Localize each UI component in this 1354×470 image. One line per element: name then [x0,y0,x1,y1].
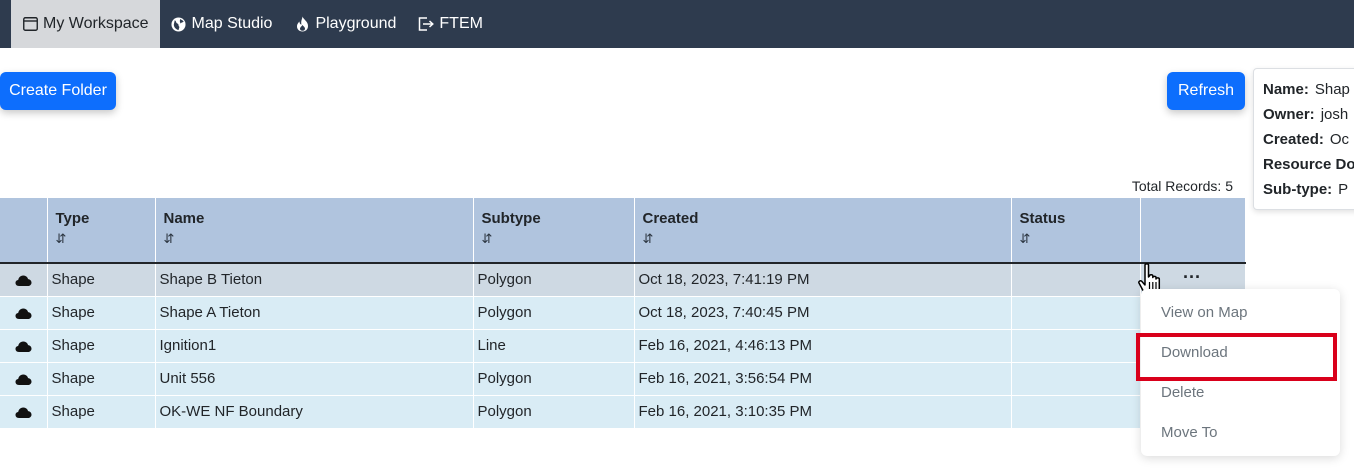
info-name-value: Shap [1314,81,1350,98]
cell-subtype: Polygon [473,362,635,396]
cell-type: Shape [47,395,156,429]
header-status[interactable]: Status ⇵ [1011,198,1141,264]
menu-item-view-on-map[interactable]: View on Map [1161,301,1247,325]
cell-type: Shape [47,296,156,330]
nav-ftem[interactable]: FTEM [407,0,494,48]
table-row[interactable]: Shape Shape B Tieton Polygon Oct 18, 202… [0,263,1246,297]
cell-created: Feb 16, 2021, 3:56:54 PM [634,362,1012,396]
nav-label: FTEM [439,15,483,32]
info-created-value: Oc [1329,131,1350,148]
cell-type: Shape [47,263,156,297]
table-row[interactable]: Shape Shape A Tieton Polygon Oct 18, 202… [0,296,1246,330]
info-owner-value: josh [1320,106,1349,123]
cloud-icon [0,362,48,396]
sort-icon[interactable]: ⇵ [56,231,147,247]
info-resource-row: Resource Do [1263,156,1354,181]
header-icon-col [0,198,48,264]
refresh-button[interactable]: Refresh [1167,72,1245,110]
create-folder-button[interactable]: Create Folder [0,72,116,110]
cell-name: Ignition1 [155,329,474,363]
cell-name: Shape A Tieton [155,296,474,330]
header-subtype-label: Subtype [481,210,541,227]
info-created-label: Created: [1263,131,1324,148]
table-header-row: Type ⇵ Name ⇵ Subtype ⇵ Created ⇵ Status ⇵ [0,198,1246,264]
fire-icon [294,16,310,32]
nav-map-studio[interactable]: Map Studio [160,0,284,48]
cell-status [1011,296,1141,330]
cloud-icon [0,395,48,429]
cell-status [1011,395,1141,429]
info-owner-row: Owner: josh [1263,106,1354,131]
header-name-label: Name [163,210,205,227]
window-icon [22,16,38,32]
info-resource-label: Resource Do [1263,156,1354,173]
table-row[interactable]: Shape Ignition1 Line Feb 16, 2021, 4:46:… [0,329,1246,363]
info-subtype-row: Sub-type: P [1263,181,1354,206]
row-actions-button[interactable]: ··· [1183,267,1201,288]
cell-status [1011,263,1141,297]
cell-subtype: Line [473,329,635,363]
cell-created: Feb 16, 2021, 4:46:13 PM [634,329,1012,363]
cell-subtype: Polygon [473,395,635,429]
header-name[interactable]: Name ⇵ [155,198,474,264]
top-navbar: My Workspace Map Studio Playground FTEM [0,0,1354,48]
total-records: Total Records: 5 [1131,178,1233,194]
nav-my-workspace[interactable]: My Workspace [11,0,160,48]
header-created-label: Created [642,210,699,227]
info-subtype-value: P [1338,181,1349,198]
cell-status [1011,362,1141,396]
header-type-label: Type [55,210,90,227]
sort-icon[interactable]: ⇵ [164,231,465,247]
cloud-icon [0,329,48,363]
header-status-label: Status [1019,210,1066,227]
globe-icon [171,16,187,32]
cell-type: Shape [47,329,156,363]
nav-label: Playground [315,15,397,32]
nav-label: Map Studio [191,15,273,32]
cell-name: OK-WE NF Boundary [155,395,474,429]
info-subtype-label: Sub-type: [1263,181,1333,198]
cloud-icon [0,296,48,330]
table-row[interactable]: Shape OK-WE NF Boundary Polygon Feb 16, … [0,395,1246,429]
menu-item-delete[interactable]: Delete [1161,381,1204,405]
cloud-icon [0,263,48,297]
resource-info-panel: Name: Shap Owner: josh Created: Oc Resource… [1253,68,1354,210]
info-created-row: Created: Oc [1263,131,1354,156]
cell-subtype: Polygon [473,263,635,297]
cell-name: Unit 556 [155,362,474,396]
info-name-label: Name: [1263,81,1309,98]
cell-subtype: Polygon [473,296,635,330]
header-subtype[interactable]: Subtype ⇵ [473,198,635,264]
sort-icon[interactable]: ⇵ [643,231,1003,247]
info-owner-label: Owner: [1263,106,1315,123]
sort-icon[interactable]: ⇵ [1020,231,1132,247]
sort-icon[interactable]: ⇵ [482,231,626,247]
info-name-row: Name: Shap [1263,81,1354,106]
cell-status [1011,329,1141,363]
cell-created: Oct 18, 2023, 7:41:19 PM [634,263,1012,297]
cell-created: Oct 18, 2023, 7:40:45 PM [634,296,1012,330]
header-actions-col [1140,198,1246,264]
nav-playground[interactable]: Playground [283,0,407,48]
cell-name: Shape B Tieton [155,263,474,297]
cell-created: Feb 16, 2021, 3:10:35 PM [634,395,1012,429]
download-highlight-box [1136,333,1337,381]
nav-label: My Workspace [43,15,149,32]
header-created[interactable]: Created ⇵ [634,198,1012,264]
header-type[interactable]: Type ⇵ [47,198,156,264]
box-arrow-right-icon [418,16,435,32]
menu-item-move-to[interactable]: Move To [1161,421,1217,445]
cell-type: Shape [47,362,156,396]
table-row[interactable]: Shape Unit 556 Polygon Feb 16, 2021, 3:5… [0,362,1246,396]
resources-table: Type ⇵ Name ⇵ Subtype ⇵ Created ⇵ Status ⇵ Sh… [0,198,1246,429]
